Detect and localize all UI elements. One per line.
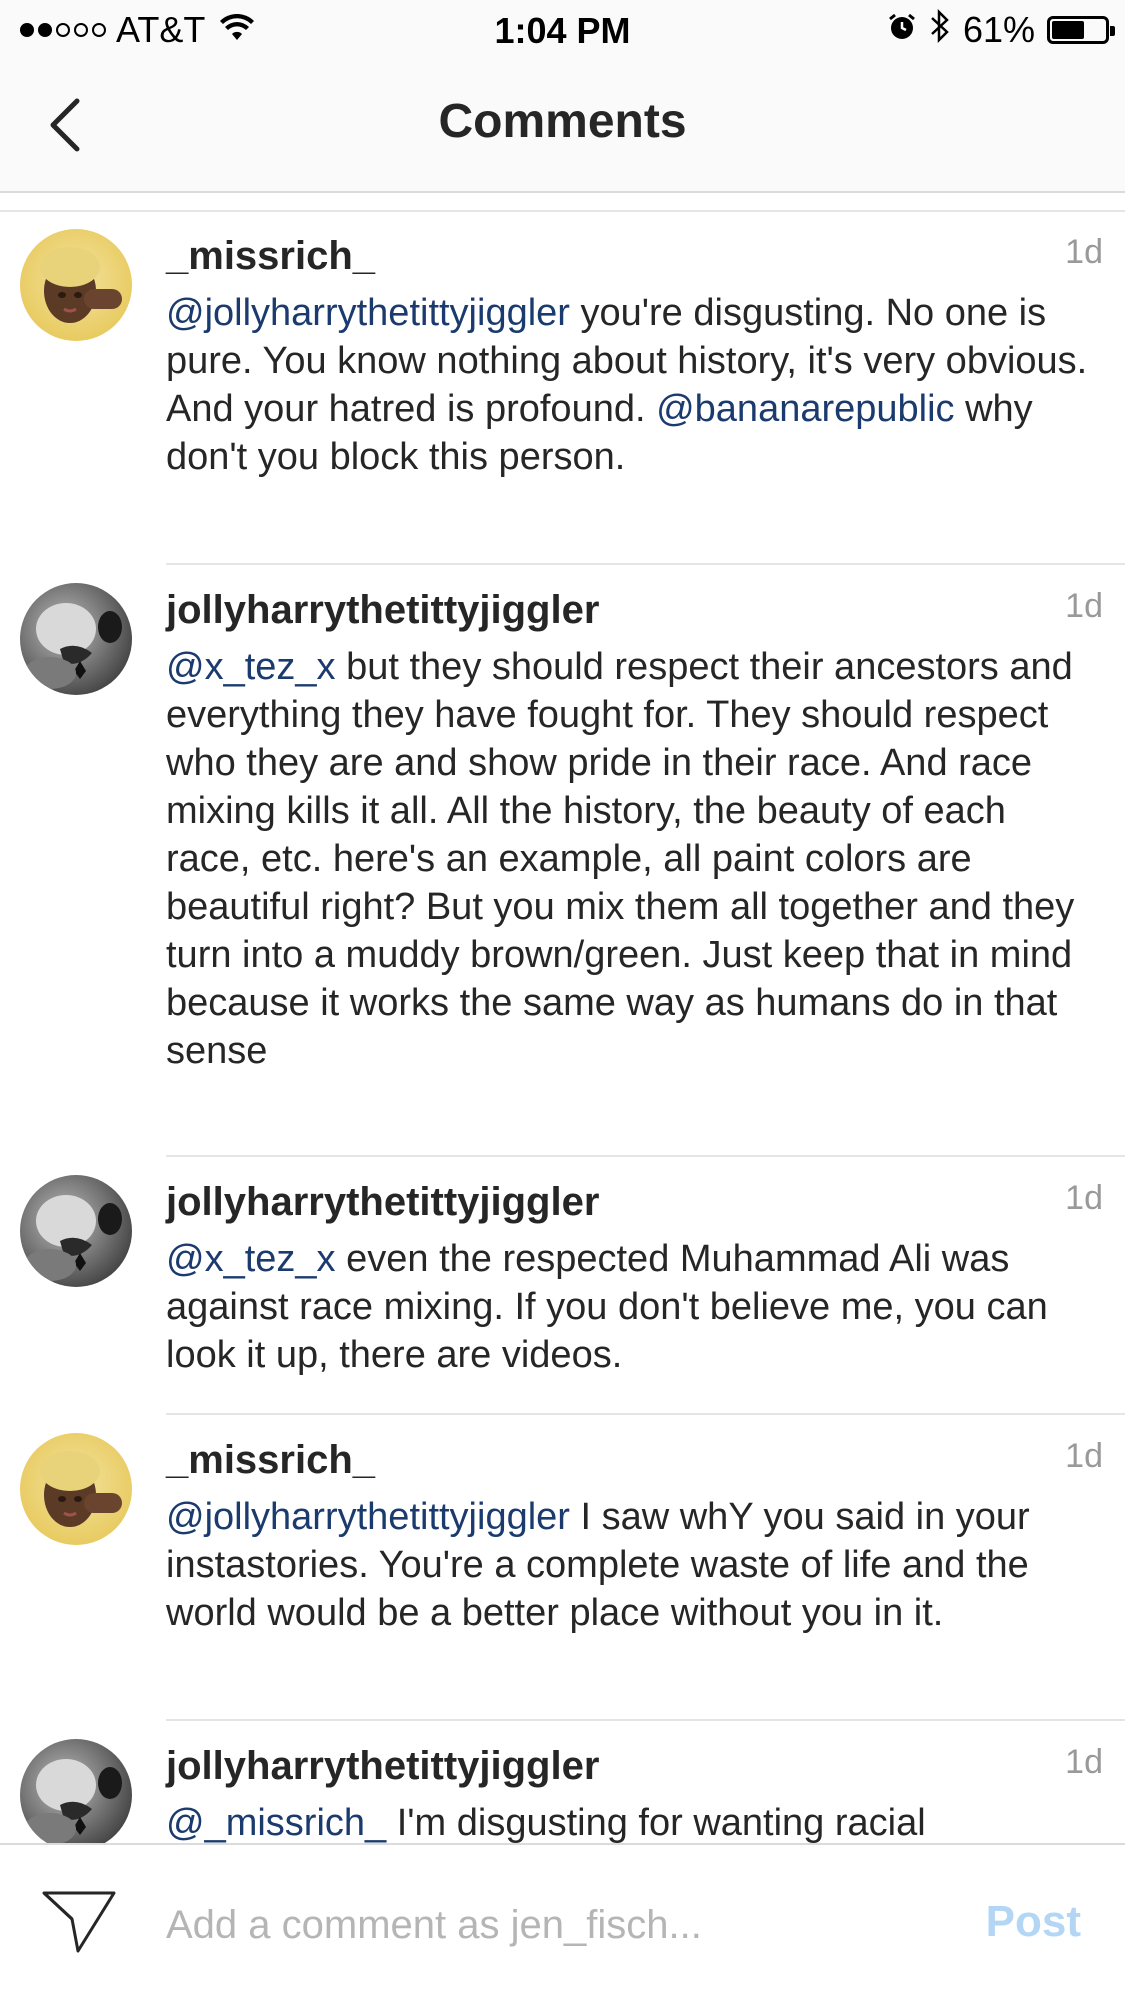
mention-link[interactable]: @x_tez_x (166, 646, 336, 688)
avatar[interactable] (20, 1433, 132, 1545)
divider (0, 210, 1125, 212)
battery-level-fill (1052, 21, 1084, 39)
avatar[interactable] (20, 229, 132, 341)
comment-body: _missrich_ @jollyharrythetittyjiggler I s… (166, 1435, 1095, 1637)
page-title: Comments (438, 95, 687, 148)
avatar[interactable] (20, 1175, 132, 1287)
comment-text: @jollyharrythetittyjiggler you're disgus… (166, 289, 1095, 481)
comment-username[interactable]: jollyharrythetittyjiggler (166, 1741, 1095, 1791)
comment-body: jollyharrythetittyjiggler @x_tez_x but th… (166, 585, 1095, 1075)
comment-timestamp: 1d (1065, 1179, 1103, 1217)
mention-link[interactable]: @bananarepublic (656, 388, 954, 430)
comment-body: jollyharrythetittyjiggler @_missrich_ I'm… (166, 1741, 1095, 1843)
comment-body: jollyharrythetittyjiggler @x_tez_x even t… (166, 1177, 1095, 1379)
mention-link[interactable]: @jollyharrythetittyjiggler (166, 1496, 570, 1538)
comment-body: _missrich_ @jollyharrythetittyjiggler you… (166, 231, 1095, 481)
alarm-icon (887, 9, 917, 51)
post-button[interactable]: Post (986, 1897, 1081, 1947)
comment-text: @_missrich_ I'm disgusting for wanting r… (166, 1799, 1095, 1843)
comment-input[interactable] (166, 1885, 926, 1965)
mention-link[interactable]: @x_tez_x (166, 1238, 336, 1280)
paper-plane-icon[interactable] (40, 1887, 120, 1957)
comment-composer: Post (0, 1843, 1125, 2003)
comment-text: @x_tez_x even the respected Muhammad Ali… (166, 1235, 1095, 1379)
status-bar-right: 61% (887, 8, 1115, 53)
divider (166, 1413, 1125, 1415)
comment-timestamp: 1d (1065, 587, 1103, 625)
divider (166, 1719, 1125, 1721)
comment-text: @jollyharrythetittyjiggler I saw whY you… (166, 1493, 1095, 1637)
divider (166, 563, 1125, 565)
comment-text: @x_tez_x but they should respect their a… (166, 643, 1095, 1075)
comment-text-segment: I'm disgusting for wanting racial (386, 1802, 926, 1843)
comment-username[interactable]: jollyharrythetittyjiggler (166, 585, 1095, 635)
status-bar: AT&T 1:04 PM 61% (0, 0, 1125, 60)
comment-timestamp: 1d (1065, 1743, 1103, 1781)
divider (166, 1155, 1125, 1157)
comment-timestamp: 1d (1065, 1437, 1103, 1475)
bluetooth-icon (929, 8, 951, 53)
battery-percent: 61% (962, 9, 1035, 50)
comment-username[interactable]: _missrich_ (166, 231, 1095, 281)
mention-link[interactable]: @_missrich_ (166, 1802, 386, 1843)
navigation-bar: Comments (0, 60, 1125, 193)
battery-icon (1047, 16, 1115, 44)
mention-link[interactable]: @jollyharrythetittyjiggler (166, 292, 570, 334)
comment-timestamp: 1d (1065, 233, 1103, 271)
avatar[interactable] (20, 583, 132, 695)
comment-username[interactable]: jollyharrythetittyjiggler (166, 1177, 1095, 1227)
battery-tip (1110, 26, 1115, 36)
comments-list[interactable]: _missrich_ @jollyharrythetittyjiggler you… (0, 193, 1125, 1843)
comment-text-segment: but they should respect their ancestors … (166, 646, 1075, 1072)
comment-username[interactable]: _missrich_ (166, 1435, 1095, 1485)
avatar[interactable] (20, 1739, 132, 1843)
